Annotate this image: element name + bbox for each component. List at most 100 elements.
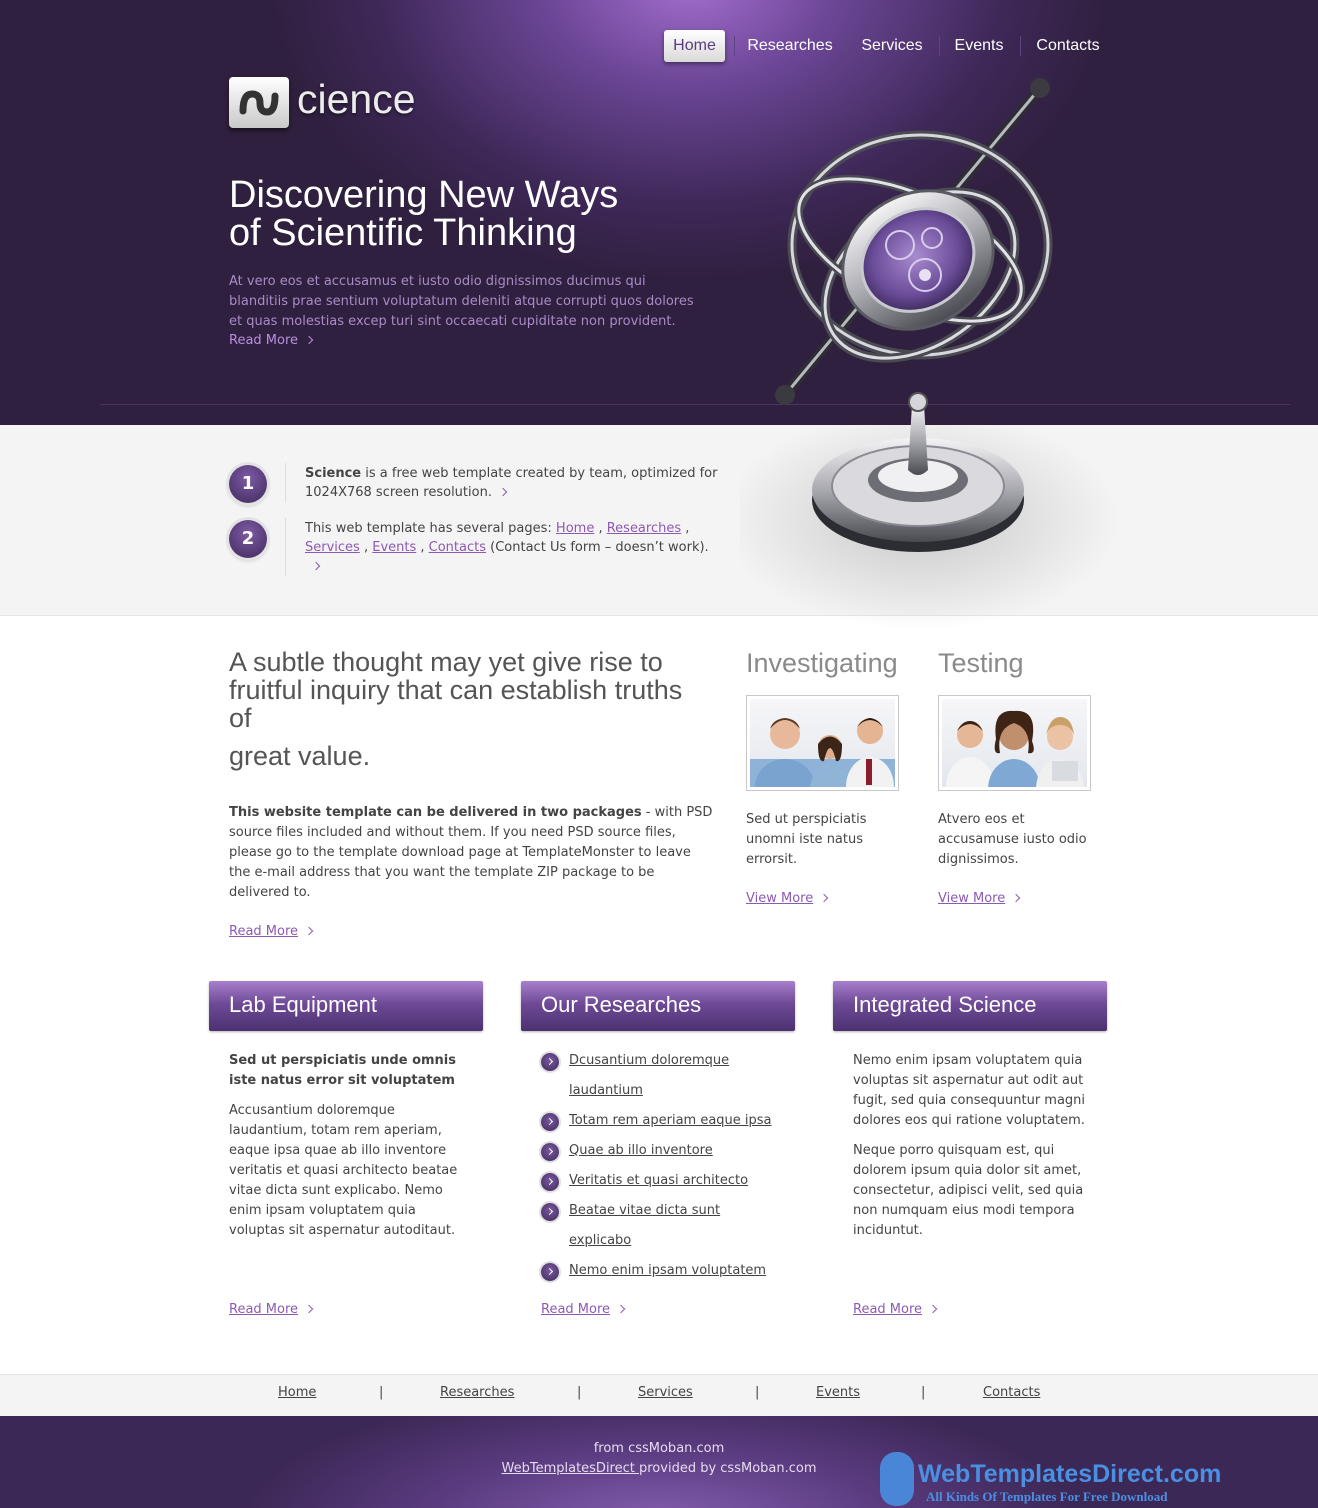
logo-text[interactable]: cience	[297, 76, 416, 123]
researches-read-more-link[interactable]: Read More	[541, 1302, 626, 1317]
footer-separator: |	[755, 1385, 760, 1400]
main-read-more-link[interactable]: Read More	[229, 924, 314, 939]
main-quote: A subtle thought may yet give rise to fr…	[229, 647, 683, 733]
step-divider	[285, 518, 286, 576]
integrated-read-more-label: Read More	[853, 1302, 923, 1317]
main-text: This website template can be delivered i…	[229, 803, 714, 903]
testing-text: Atvero eos et accusamuse iusto odio dign…	[938, 812, 1087, 867]
nav-separator	[1020, 36, 1021, 56]
mouse-icon	[880, 1452, 914, 1506]
research-link-2[interactable]: Totam rem aperiam eaque ipsa	[569, 1106, 772, 1136]
watermark-subtitle: All Kinds Of Templates For Free Download	[926, 1489, 1168, 1504]
testing-view-more-link[interactable]: View More	[938, 891, 1021, 906]
our-researches-header: Our Researches	[521, 981, 795, 1031]
footer-from-text: from cssMoban.com	[593, 1441, 725, 1456]
intro-link-events[interactable]: Events	[372, 540, 416, 555]
investigating-title: Investigating	[746, 648, 898, 678]
bullet-arrow-icon	[541, 1263, 559, 1281]
investigating-text: Sed ut perspiciatis unomni iste natus er…	[746, 812, 867, 867]
footer-link-researches[interactable]: Researches	[440, 1385, 514, 1400]
lab-text: Accusantium doloremque laudantium, totam…	[229, 1103, 458, 1238]
intro-link-home[interactable]: Home	[556, 521, 594, 536]
hero-read-more-link[interactable]: Read More	[229, 333, 314, 348]
footer-link-events[interactable]: Events	[816, 1385, 860, 1400]
nav-contacts[interactable]: Contacts	[1030, 30, 1106, 62]
logo-s-icon	[239, 90, 279, 116]
lab-equipment-title: Lab Equipment	[229, 992, 377, 1017]
main-text-bold: This website template can be delivered i…	[229, 805, 642, 820]
integrated-text-1: Nemo enim ipsam voluptatem quia voluptas…	[853, 1053, 1086, 1128]
lab-read-more-label: Read More	[229, 1302, 299, 1317]
footer-provider-link[interactable]: WebTemplatesDirect	[502, 1461, 640, 1476]
investigating-image[interactable]	[746, 695, 899, 791]
intro-link-researches[interactable]: Researches	[607, 521, 681, 536]
team-photo	[942, 699, 1087, 787]
integrated-science-header: Integrated Science	[833, 981, 1107, 1031]
footer-separator: |	[577, 1385, 582, 1400]
bullet-arrow-icon	[541, 1203, 559, 1221]
bullet-arrow-icon	[541, 1143, 559, 1161]
doctors-group-image	[946, 710, 1084, 787]
nav-separator	[846, 36, 847, 56]
nav-services[interactable]: Services	[856, 30, 928, 62]
main-read-more-label: Read More	[229, 924, 299, 939]
footer-link-services[interactable]: Services	[638, 1385, 693, 1400]
chevron-right-icon	[928, 1304, 938, 1314]
research-link-1-cont[interactable]: laudantium	[569, 1076, 643, 1106]
intro-item-2-prefix: This web template has several pages:	[305, 521, 556, 536]
integrated-science-title: Integrated Science	[853, 992, 1037, 1017]
intro-link-contacts[interactable]: Contacts	[429, 540, 486, 555]
logo-mark[interactable]	[229, 77, 289, 128]
bullet-arrow-icon	[541, 1053, 559, 1071]
hero-read-more-label: Read More	[229, 333, 299, 348]
nav-researches[interactable]: Researches	[744, 30, 836, 62]
step-number-2: 2	[229, 520, 267, 558]
lab-equipment-header: Lab Equipment	[209, 981, 483, 1031]
research-link-1[interactable]: Dcusantium doloremque	[569, 1046, 729, 1076]
intro-item-2-arrow-link[interactable]	[305, 559, 321, 574]
testing-image[interactable]	[938, 695, 1091, 791]
investigating-view-more-link[interactable]: View More	[746, 891, 829, 906]
our-researches-title: Our Researches	[541, 992, 702, 1017]
intro-link-services[interactable]: Services	[305, 540, 360, 555]
chevron-right-icon	[616, 1304, 626, 1314]
intro-item-1-text: is a free web template created by team, …	[305, 466, 718, 500]
research-link-5-cont[interactable]: explicabo	[569, 1226, 631, 1256]
intro-item-2: This web template has several pages: Hom…	[305, 519, 735, 576]
footer-link-home[interactable]: Home	[278, 1385, 316, 1400]
doctors-group-image	[750, 718, 895, 787]
nav-events[interactable]: Events	[948, 30, 1010, 62]
footer-separator: |	[379, 1385, 384, 1400]
watermark-title: WebTemplatesDirect.com	[918, 1460, 1222, 1488]
bullet-arrow-icon	[541, 1173, 559, 1191]
hero-title-line2: of Scientific Thinking	[229, 212, 577, 254]
chevron-right-icon	[304, 926, 314, 936]
hero-text: At vero eos et accusamus et iusto odio d…	[229, 274, 694, 329]
hero-title-line1: Discovering New Ways	[229, 174, 619, 216]
integrated-read-more-link[interactable]: Read More	[853, 1302, 938, 1317]
nav-separator	[939, 36, 940, 56]
chevron-right-icon	[311, 561, 321, 571]
chevron-right-icon	[1011, 893, 1021, 903]
hero-title: Discovering New Ways of Scientific Think…	[229, 176, 689, 252]
integrated-text-2: Neque porro quisquam est, qui dolorem ip…	[853, 1143, 1084, 1238]
investigating-view-more-label: View More	[746, 891, 814, 906]
nav-home[interactable]: Home	[664, 30, 725, 62]
research-link-3[interactable]: Quae ab illo inventore	[569, 1136, 713, 1166]
intro-item-1-bold: Science	[305, 466, 362, 481]
research-link-6[interactable]: Nemo enim ipsam voluptatem	[569, 1256, 766, 1286]
team-photo	[750, 699, 895, 787]
footer-link-contacts[interactable]: Contacts	[983, 1385, 1040, 1400]
research-link-5[interactable]: Beatae vitae dicta sunt	[569, 1196, 720, 1226]
lab-read-more-link[interactable]: Read More	[229, 1302, 314, 1317]
chevron-right-icon	[498, 487, 508, 497]
footer-provider-text: provided by cssMoban.com	[639, 1461, 817, 1476]
intro-item-1-arrow-link[interactable]	[492, 485, 508, 500]
testing-view-more-label: View More	[938, 891, 1006, 906]
intro-item-1: Science is a free web template created b…	[305, 464, 725, 502]
research-link-4[interactable]: Veritatis et quasi architecto	[569, 1166, 748, 1196]
main-quote-tail: great value.	[229, 741, 371, 771]
step-divider	[285, 463, 286, 503]
researches-read-more-label: Read More	[541, 1302, 611, 1317]
testing-title: Testing	[938, 648, 1024, 678]
